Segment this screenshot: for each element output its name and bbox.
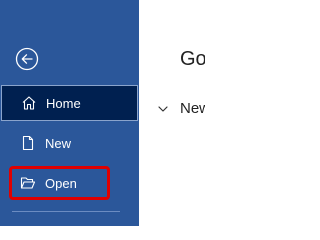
backstage-view: Home New Open Go New [0,0,205,226]
chevron-down-icon [157,103,169,115]
home-icon [21,95,37,111]
page-title: Go [180,48,205,70]
back-arrow-icon [15,47,39,71]
sidebar-divider [12,211,120,212]
open-folder-icon [20,175,36,191]
new-section-toggle[interactable]: New [157,100,205,117]
backstage-sidebar: Home New Open [0,0,139,226]
sidebar-item-label: Home [46,95,81,111]
sidebar-item-home[interactable]: Home [1,85,138,121]
sidebar-item-open[interactable]: Open [0,165,139,201]
back-button[interactable] [15,47,39,71]
new-document-icon [20,135,36,151]
section-label: New [180,100,205,117]
sidebar-item-new[interactable]: New [0,125,139,161]
sidebar-item-label: Open [45,175,77,191]
sidebar-item-label: New [45,135,72,151]
